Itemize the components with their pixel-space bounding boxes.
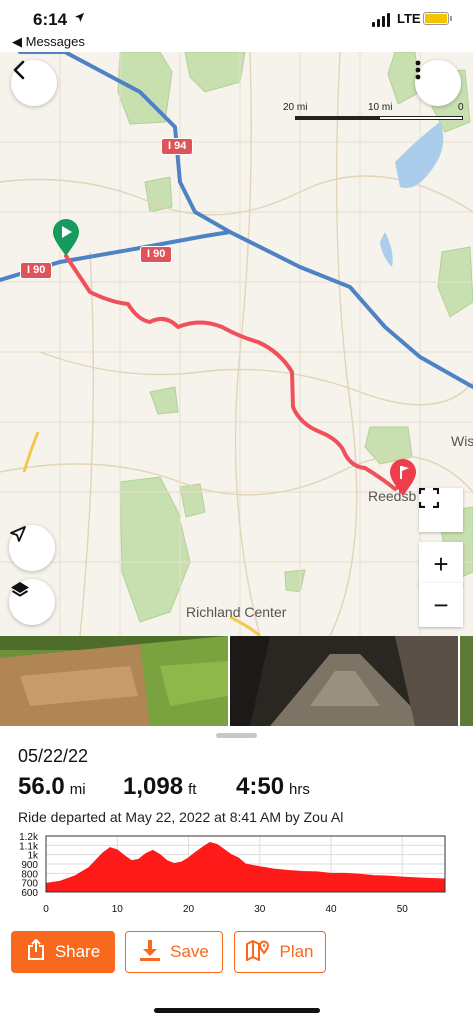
plan-button[interactable]: Plan xyxy=(234,931,326,973)
zoom-out-button[interactable]: − xyxy=(419,583,463,627)
map-canvas xyxy=(0,52,473,636)
plan-label: Plan xyxy=(279,942,314,961)
place-label: Wis xyxy=(451,433,473,449)
share-button[interactable]: Share xyxy=(11,931,115,973)
distance-stat: 56.0 mi xyxy=(18,773,86,801)
place-label: Richland Center xyxy=(186,604,287,620)
x-tick-label: 0 xyxy=(43,904,49,915)
elevation-stat: 1,098 ft xyxy=(123,773,196,801)
back-button[interactable] xyxy=(11,60,57,106)
x-tick-label: 30 xyxy=(254,904,266,915)
end-marker[interactable] xyxy=(389,459,417,497)
y-tick-label: 600 xyxy=(21,888,38,899)
share-label: Share xyxy=(54,942,101,961)
map-pin-icon xyxy=(246,939,270,966)
x-tick-label: 50 xyxy=(397,904,409,915)
highway-shield: I 90 xyxy=(20,262,53,279)
distance-value: 56.0 xyxy=(18,773,65,800)
route-map[interactable]: I 94 I 90 I 90 Reedsb Wis Richland Cente… xyxy=(0,52,473,636)
battery-icon xyxy=(423,12,452,25)
share-icon xyxy=(26,938,46,966)
ride-description: Ride departed at May 22, 2022 at 8:41 AM… xyxy=(18,809,344,825)
ride-photo[interactable] xyxy=(0,636,228,726)
elevation-unit: ft xyxy=(188,781,197,798)
elevation-chart[interactable]: 1.2k1.1k1k9008007006000 10 20 30 40 50 xyxy=(0,828,473,920)
status-time: 6:14 xyxy=(33,10,68,29)
home-indicator xyxy=(154,1008,320,1013)
duration-value: 4:50 xyxy=(236,773,285,800)
x-tick-label: 10 xyxy=(112,904,124,915)
save-button[interactable]: Save xyxy=(125,931,223,973)
distance-unit: mi xyxy=(69,781,86,798)
ride-photo[interactable] xyxy=(230,636,458,726)
zoom-in-button[interactable]: + xyxy=(419,542,463,586)
x-tick-label: 40 xyxy=(325,904,337,915)
status-bar: 6:14 ◀ Messages LTE xyxy=(0,0,473,52)
fullscreen-button[interactable] xyxy=(419,488,463,532)
start-marker[interactable] xyxy=(52,219,80,257)
highway-shield: I 94 xyxy=(161,138,194,155)
duration-unit: hrs xyxy=(289,781,310,798)
highway-shield: I 90 xyxy=(140,246,173,263)
sheet-handle[interactable] xyxy=(216,733,257,738)
locate-button[interactable] xyxy=(9,525,55,571)
ride-photo[interactable] xyxy=(460,636,473,726)
layers-button[interactable] xyxy=(9,579,55,625)
signal-icon xyxy=(372,13,390,27)
location-arrow-icon xyxy=(74,12,85,26)
download-icon xyxy=(139,939,161,966)
photo-strip[interactable] xyxy=(0,636,473,726)
duration-stat: 4:50 hrs xyxy=(236,773,310,801)
back-to-messages-link[interactable]: ◀ Messages xyxy=(12,34,85,50)
save-label: Save xyxy=(170,942,209,961)
network-label: LTE xyxy=(397,11,421,26)
more-options-button[interactable] xyxy=(415,60,461,106)
ride-date: 05/22/22 xyxy=(18,746,89,766)
x-tick-label: 20 xyxy=(183,904,195,915)
elevation-value: 1,098 xyxy=(123,773,184,800)
